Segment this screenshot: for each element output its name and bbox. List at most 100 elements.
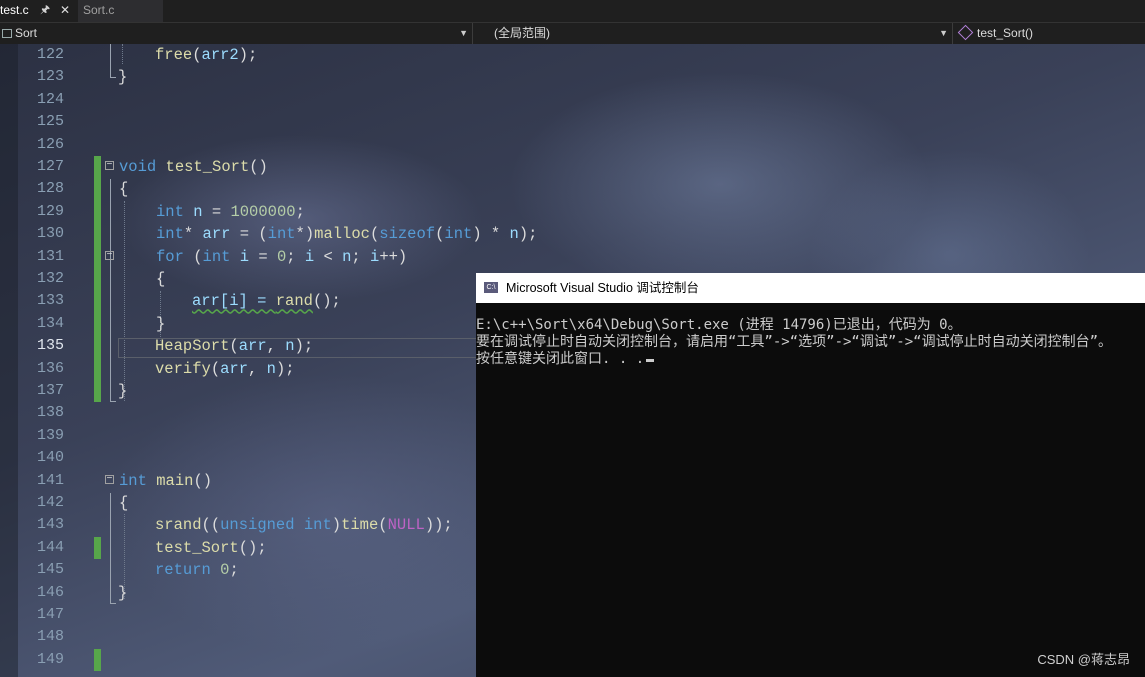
member-label: test_Sort() (977, 26, 1034, 40)
line-number: 129 (36, 202, 64, 220)
console-line-prompt: 按任意键关闭此窗口. . . (476, 351, 1145, 368)
line-number: 128 (36, 180, 64, 198)
code-line[interactable]: 127 − void test_Sort() (0, 156, 476, 179)
code-text: HeapSort(arr, n); (155, 337, 314, 356)
code-line[interactable]: 142 { (0, 492, 476, 514)
close-icon[interactable]: ✕ (60, 0, 70, 21)
watermark: CSDN @蒋志昂 (1037, 652, 1130, 667)
code-line[interactable]: 131 − for (int i = 0; i < n; i++) (0, 245, 476, 268)
code-text: verify(arr, n); (155, 359, 295, 378)
tab-test-c[interactable]: test.c 🖈 ✕ (0, 0, 78, 24)
code-line[interactable]: 132 { (0, 268, 476, 291)
change-indicator (94, 200, 101, 224)
line-number: 136 (36, 359, 64, 377)
code-line[interactable]: 122 free(arr2); (0, 44, 476, 66)
code-text: test_Sort(); (155, 538, 267, 557)
code-line[interactable]: 147 (0, 604, 476, 626)
console-title: Microsoft Visual Studio 调试控制台 (506, 281, 699, 295)
code-text: for (int i = 0; i < n; i++) (156, 247, 408, 266)
code-line[interactable]: 136 verify(arr, n); (0, 357, 476, 380)
change-indicator (94, 357, 101, 380)
change-indicator (94, 223, 101, 246)
code-line[interactable]: 141 − int main() (0, 470, 476, 492)
code-text: } (118, 583, 128, 602)
debug-console-window[interactable]: C:\ Microsoft Visual Studio 调试控制台 E:\c++… (476, 273, 1145, 677)
change-indicator (94, 380, 101, 403)
line-number: 139 (36, 426, 64, 444)
code-line[interactable]: 128 { (0, 178, 476, 201)
code-text: { (119, 494, 129, 512)
fold-collapse-icon[interactable]: − (105, 250, 114, 260)
change-indicator (94, 245, 101, 268)
fold-collapse-icon[interactable]: − (105, 161, 114, 171)
function-cube-icon (957, 24, 974, 41)
code-line[interactable]: 143 srand((unsigned int)time(NULL)); (0, 514, 476, 536)
line-number: 149 (36, 650, 64, 668)
line-number: 132 (36, 270, 64, 287)
code-editor[interactable]: 122 free(arr2); 123 } 124 125 126 127 − … (0, 44, 537, 677)
code-line[interactable]: 129 int n = 1000000; (0, 200, 476, 224)
code-line-current[interactable]: 135 HeapSort(arr, n); (0, 335, 476, 358)
line-number: 138 (36, 404, 64, 422)
code-text: } (118, 68, 128, 87)
code-line[interactable]: 133 arr[i] = rand(); (0, 290, 476, 313)
code-text: } (156, 314, 166, 333)
console-line: 按任意键关闭此窗口. . . (476, 351, 645, 367)
code-line[interactable]: 123 } (0, 66, 476, 88)
code-line[interactable]: 140 (0, 447, 476, 469)
code-text: void test_Sort() (119, 158, 268, 176)
line-number: 125 (36, 113, 64, 131)
line-number: 126 (36, 135, 64, 153)
code-line[interactable]: 125 (0, 111, 476, 133)
code-text: arr[i] = rand(); (192, 292, 341, 311)
file-icon (2, 29, 12, 38)
console-title-bar[interactable]: C:\ Microsoft Visual Studio 调试控制台 (476, 273, 1145, 303)
code-line[interactable]: 134 } (0, 312, 476, 336)
code-line[interactable]: 137 } (0, 380, 476, 403)
line-number: 122 (36, 46, 64, 63)
tab-label: Sort.c (83, 3, 115, 17)
code-line[interactable]: 145 return 0; (0, 559, 476, 581)
change-indicator (94, 648, 101, 672)
pin-icon[interactable]: 🖈 (40, 0, 50, 21)
code-line[interactable]: 126 (0, 134, 476, 156)
line-number: 135 (36, 337, 64, 355)
line-number: 134 (36, 314, 64, 332)
code-line[interactable]: 138 (0, 402, 476, 424)
text-cursor (646, 359, 655, 362)
code-line[interactable]: 124 (0, 89, 476, 111)
fold-collapse-icon[interactable]: − (105, 474, 114, 484)
member-dropdown[interactable]: test_Sort() (954, 23, 1145, 44)
code-line[interactable]: 139 (0, 425, 476, 447)
line-number: 145 (36, 561, 64, 579)
code-line[interactable]: 146 } (0, 582, 476, 604)
console-output[interactable]: E:\c++\Sort\x64\Debug\Sort.exe (进程 14796… (476, 317, 1145, 368)
chevron-down-icon: ▼ (939, 28, 948, 38)
code-line[interactable]: 144 test_Sort(); (0, 536, 476, 560)
change-indicator (94, 312, 101, 336)
code-text: { (156, 270, 166, 288)
change-indicator (94, 178, 101, 201)
line-number: 143 (36, 516, 64, 534)
console-app-icon: C:\ (484, 282, 498, 293)
tab-label: test.c (0, 3, 29, 17)
code-line[interactable]: 149 (0, 648, 476, 672)
line-number: 147 (36, 606, 64, 623)
line-number: 140 (36, 449, 64, 467)
line-number: 131 (36, 247, 64, 265)
scope-dropdown[interactable]: (全局范围) ▼ (474, 23, 953, 44)
tab-sort-c[interactable]: Sort.c (78, 0, 163, 22)
change-indicator (94, 335, 101, 358)
chevron-down-icon: ▼ (459, 28, 468, 38)
console-line: 要在调试停止时自动关闭控制台，请启用“工具”->“选项”->“调试”->“调试停… (476, 334, 1112, 350)
line-number: 133 (36, 292, 64, 310)
code-text: } (118, 382, 128, 400)
project-dropdown[interactable]: Sort ▼ (0, 23, 473, 44)
change-indicator (94, 290, 101, 313)
code-line[interactable]: 130 int* arr = (int*)malloc(sizeof(int) … (0, 223, 537, 246)
line-number: 142 (36, 494, 64, 511)
project-label: Sort (15, 26, 38, 40)
console-line: E:\c++\Sort\x64\Debug\Sort.exe (进程 14796… (476, 317, 962, 333)
change-indicator (94, 268, 101, 291)
code-line[interactable]: 148 (0, 626, 476, 648)
